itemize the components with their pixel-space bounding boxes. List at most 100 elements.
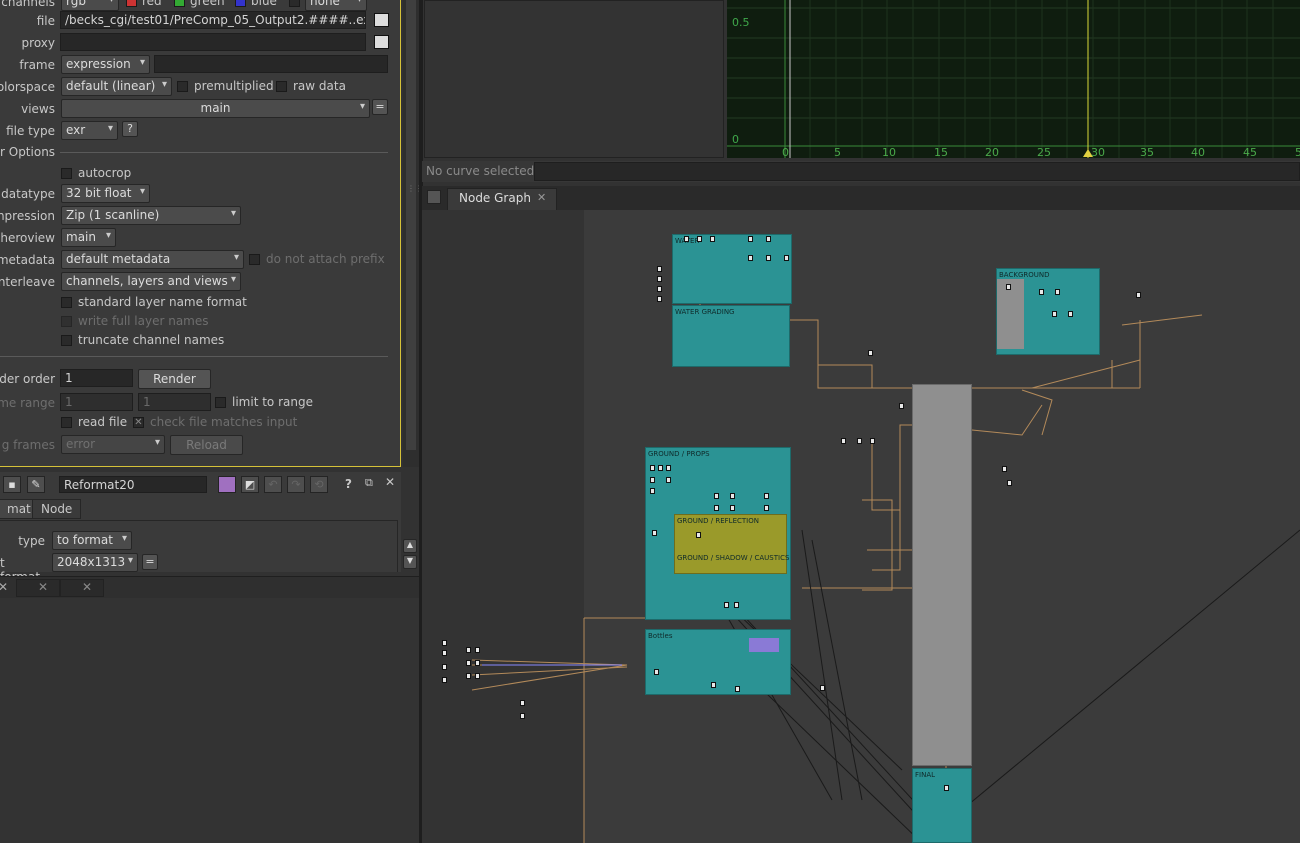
read-node[interactable] xyxy=(714,493,719,499)
gl-color-icon[interactable]: ◩ xyxy=(241,476,259,493)
read-node[interactable] xyxy=(1052,311,1057,317)
backdrop-grey-stack[interactable] xyxy=(912,384,972,766)
read-node[interactable] xyxy=(784,255,789,261)
no-prefix-checkbox[interactable] xyxy=(249,254,260,265)
read-node[interactable] xyxy=(652,530,657,536)
type-dropdown[interactable]: to format xyxy=(52,531,132,550)
backdrop-ground-reflection[interactable]: GROUND / REFLECTION GROUND / SHADOW / CA… xyxy=(674,514,789,574)
read-node[interactable] xyxy=(442,650,447,656)
read-node[interactable] xyxy=(466,660,471,666)
read-node[interactable] xyxy=(650,465,655,471)
scroll-up-icon[interactable]: ▲ xyxy=(403,539,417,553)
write-node[interactable] xyxy=(944,785,949,791)
read-node[interactable] xyxy=(657,276,662,282)
node-graph-canvas[interactable]: WATER WATER GRADING BACKGROUND GROUND / … xyxy=(422,210,1300,843)
scroll-down-icon[interactable]: ▼ xyxy=(403,555,417,569)
range-start-input[interactable]: 1 xyxy=(60,393,133,411)
read-node[interactable] xyxy=(650,477,655,483)
undo-icon[interactable]: ↶ xyxy=(264,476,282,493)
alpha-checkbox[interactable] xyxy=(289,0,300,7)
read-node[interactable] xyxy=(520,700,525,706)
read-node[interactable] xyxy=(766,255,771,261)
revert-icon[interactable]: ⟲ xyxy=(310,476,328,493)
read-node[interactable] xyxy=(870,438,875,444)
read-node[interactable] xyxy=(730,493,735,499)
backdrop-background[interactable]: BACKGROUND xyxy=(996,268,1100,355)
tab-close-icon[interactable]: ✕ xyxy=(537,191,546,204)
float-panel-icon[interactable]: ⧉ xyxy=(365,476,373,490)
premultiplied-checkbox[interactable] xyxy=(177,81,188,92)
wrench-icon[interactable]: ✎ xyxy=(27,476,45,493)
read-node[interactable] xyxy=(475,660,480,666)
read-node[interactable] xyxy=(730,505,735,511)
read-node[interactable] xyxy=(764,493,769,499)
dot-node[interactable] xyxy=(820,685,825,691)
read-node[interactable] xyxy=(657,266,662,272)
read-node[interactable] xyxy=(657,286,662,292)
dot-node[interactable] xyxy=(1007,480,1012,486)
full-layer-checkbox[interactable] xyxy=(61,316,72,327)
read-node[interactable] xyxy=(475,647,480,653)
dot-node[interactable] xyxy=(868,350,873,356)
curve-expression-input[interactable] xyxy=(534,162,1300,181)
truncate-checkbox[interactable] xyxy=(61,335,72,346)
heroview-dropdown[interactable]: main xyxy=(61,228,116,247)
tab-node[interactable]: Node xyxy=(32,499,82,519)
range-end-input[interactable]: 1 xyxy=(138,393,211,411)
read-node[interactable] xyxy=(1039,289,1044,295)
tab-close-icon[interactable]: ✕ xyxy=(0,580,8,594)
read-node[interactable] xyxy=(841,438,846,444)
datatype-dropdown[interactable]: 32 bit float xyxy=(61,184,150,203)
views-split-button[interactable]: = xyxy=(372,99,388,115)
read-node[interactable] xyxy=(714,505,719,511)
read-node[interactable] xyxy=(666,465,671,471)
read-node[interactable] xyxy=(710,236,715,242)
backdrop-final[interactable]: FINAL xyxy=(912,768,972,843)
read-file-checkbox[interactable] xyxy=(61,417,72,428)
std-layer-checkbox[interactable] xyxy=(61,297,72,308)
read-node[interactable] xyxy=(724,602,729,608)
read-node[interactable] xyxy=(766,236,771,242)
properties-scrollbar[interactable]: ⋮⋮ xyxy=(403,0,423,467)
render-order-input[interactable]: 1 xyxy=(60,369,133,387)
close-panel-icon[interactable]: ✕ xyxy=(385,475,395,489)
views-dropdown[interactable]: main xyxy=(61,99,370,118)
read-node[interactable] xyxy=(764,505,769,511)
missing-frames-dropdown[interactable]: error xyxy=(61,435,165,454)
read-node[interactable] xyxy=(442,677,447,683)
channels-dropdown[interactable]: rgb xyxy=(61,0,119,11)
file-browse-icon[interactable] xyxy=(374,13,389,27)
filetype-dropdown[interactable]: exr xyxy=(61,121,118,140)
read-node[interactable] xyxy=(654,669,659,675)
limit-range-checkbox[interactable] xyxy=(215,397,226,408)
read-node[interactable] xyxy=(1055,289,1060,295)
curve-editor[interactable]: 0.5 0 0 5 10 15 20 25 30 35 40 45 5 xyxy=(727,0,1300,158)
read-node[interactable] xyxy=(857,438,862,444)
colorspace-dropdown[interactable]: default (linear) xyxy=(61,77,172,96)
read-node[interactable] xyxy=(1136,292,1141,298)
interleave-dropdown[interactable]: channels, layers and views xyxy=(61,272,241,291)
read-node[interactable] xyxy=(658,465,663,471)
autocrop-checkbox[interactable] xyxy=(61,168,72,179)
check-file-checkbox[interactable]: ✕ xyxy=(133,417,144,428)
read-node[interactable] xyxy=(748,255,753,261)
read-node[interactable] xyxy=(520,713,525,719)
read-node[interactable] xyxy=(696,532,701,538)
raw-data-checkbox[interactable] xyxy=(276,81,287,92)
node-name-input[interactable]: Reformat20 xyxy=(59,476,207,493)
red-checkbox[interactable] xyxy=(126,0,137,7)
node-color-icon[interactable]: ▪ xyxy=(3,476,21,493)
output-format-dropdown[interactable]: 2048x1313 xyxy=(52,553,138,572)
read-node[interactable] xyxy=(697,236,702,242)
read-node[interactable] xyxy=(475,673,480,679)
format-edit-button[interactable]: = xyxy=(142,554,158,570)
read-node[interactable] xyxy=(748,236,753,242)
dot-node[interactable] xyxy=(1002,466,1007,472)
read-node[interactable] xyxy=(1068,311,1073,317)
help-icon[interactable]: ? xyxy=(345,477,352,491)
read-node[interactable] xyxy=(1006,284,1011,290)
node-color-swatch-icon[interactable] xyxy=(218,476,236,493)
tab-close-icon[interactable]: ✕ xyxy=(38,580,48,594)
read-node[interactable] xyxy=(657,296,662,302)
backdrop-water[interactable]: WATER xyxy=(672,234,792,304)
